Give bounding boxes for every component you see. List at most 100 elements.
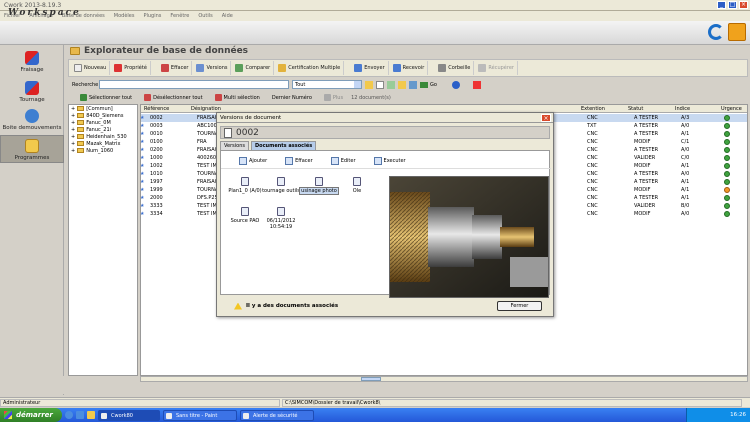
status-filter-icon[interactable] bbox=[409, 80, 417, 89]
search-input[interactable] bbox=[99, 80, 289, 89]
select-all-button[interactable]: Sélectionner tout bbox=[76, 94, 136, 101]
edit-button[interactable]: Editer bbox=[330, 156, 356, 165]
send-button[interactable]: Envoyer bbox=[351, 61, 389, 75]
col-reference[interactable]: Référence bbox=[144, 106, 169, 112]
star-icon: ★ bbox=[140, 115, 145, 121]
filter-select[interactable]: Tout bbox=[292, 80, 362, 89]
certification-button[interactable]: Certification Multiple bbox=[275, 61, 345, 75]
go-label: Go bbox=[430, 81, 437, 88]
scroll-thumb[interactable] bbox=[361, 377, 381, 381]
folder-tree: + [Commun] +840D_Siemens + Fanuc_0M + Fanuc… bbox=[68, 104, 138, 376]
task-security[interactable]: Alerte de sécurité bbox=[240, 409, 314, 421]
star-icon: ★ bbox=[140, 211, 145, 217]
trash-button[interactable]: Corbeille bbox=[435, 61, 475, 75]
file-item-selected[interactable]: usinage photo bbox=[298, 177, 340, 195]
horizontal-scrollbar[interactable] bbox=[140, 376, 748, 382]
checkbox-icon[interactable] bbox=[376, 80, 384, 89]
add-label: Ajouter bbox=[249, 157, 268, 164]
cell-reference: 1999 bbox=[150, 187, 163, 193]
clock[interactable]: 16:26 bbox=[730, 412, 746, 418]
dialog-close-button[interactable]: × bbox=[541, 114, 551, 122]
urgency-status-icon bbox=[724, 179, 730, 185]
quicklaunch-explorer-icon[interactable] bbox=[87, 411, 95, 419]
cell-extension: CNC bbox=[587, 179, 598, 185]
lock-icon[interactable] bbox=[365, 80, 373, 89]
menu-models[interactable]: Modèles bbox=[114, 13, 135, 19]
clear-filter-icon[interactable] bbox=[472, 80, 481, 89]
maximize-button[interactable]: □ bbox=[728, 1, 737, 9]
tree-item-label: 840D_Siemens bbox=[86, 112, 124, 119]
col-urgency[interactable]: Urgence bbox=[721, 106, 742, 112]
col-status[interactable]: Statut bbox=[628, 106, 643, 112]
go-button[interactable]: Go bbox=[420, 81, 437, 88]
deselect-all-button[interactable]: Désélectionner tout bbox=[140, 94, 206, 101]
versions-button[interactable]: Versions bbox=[193, 61, 232, 75]
quicklaunch-desktop-icon[interactable] bbox=[76, 411, 84, 419]
col-index[interactable]: Indice bbox=[675, 106, 690, 112]
warning-filter-icon[interactable] bbox=[398, 80, 406, 89]
tree-item[interactable]: + Mazak_Matrix bbox=[69, 140, 137, 147]
close-button[interactable]: × bbox=[739, 1, 748, 9]
refresh-icon[interactable] bbox=[708, 24, 724, 40]
star-icon: ★ bbox=[140, 163, 145, 169]
quicklaunch-ie-icon[interactable] bbox=[65, 411, 73, 419]
tree-item[interactable]: + Fanuc_21i bbox=[69, 126, 137, 133]
urgency-status-icon bbox=[724, 131, 730, 137]
tree-item[interactable]: +840D_Siemens bbox=[69, 112, 137, 119]
file-item[interactable]: 06/11/2012 10:54:19 bbox=[260, 207, 302, 230]
cell-extension: CNC bbox=[587, 195, 598, 201]
cell-extension: CNC bbox=[587, 203, 598, 209]
logout-icon[interactable] bbox=[728, 23, 746, 41]
minimize-button[interactable]: _ bbox=[717, 1, 726, 9]
sidebar-item-programmes[interactable]: Programmes bbox=[0, 135, 64, 163]
menu-tools[interactable]: Outils bbox=[198, 13, 212, 19]
multi-select-button[interactable]: Multi sélection bbox=[211, 94, 264, 101]
taskbar: démarrer Cwork80 Sans titre - Paint Aler… bbox=[0, 408, 750, 422]
tree-item[interactable]: + Fanuc_0M bbox=[69, 119, 137, 126]
delete-doc-button[interactable]: Effacer bbox=[285, 156, 313, 165]
cell-reference: 0100 bbox=[150, 139, 163, 145]
task-cwork[interactable]: Cwork80 bbox=[98, 409, 160, 421]
tab-associated-documents[interactable]: Documents associés bbox=[251, 141, 317, 150]
file-item[interactable]: Ole bbox=[336, 177, 378, 194]
cell-index: A/1 bbox=[681, 179, 690, 185]
folder-icon bbox=[77, 120, 85, 125]
menu-window[interactable]: Fenêtre bbox=[170, 13, 189, 19]
menu-plugins[interactable]: Plugins bbox=[143, 13, 161, 19]
menu-help[interactable]: Aide bbox=[222, 13, 233, 19]
sidebar-item-boite[interactable]: Boite demouvements bbox=[0, 107, 64, 133]
tab-versions[interactable]: Versions bbox=[220, 141, 249, 150]
sidebar-item-fraisage[interactable]: Fraisage bbox=[0, 49, 64, 75]
compare-button[interactable]: Comparer bbox=[232, 61, 275, 75]
properties-button[interactable]: Propriété bbox=[111, 61, 151, 75]
urgency-status-icon bbox=[724, 139, 730, 145]
filter-icon[interactable] bbox=[387, 80, 395, 89]
close-dialog-button[interactable]: Fermer bbox=[497, 301, 542, 311]
recover-button[interactable]: Récupérer bbox=[475, 61, 518, 75]
bottom-area bbox=[0, 376, 750, 394]
add-button[interactable]: Ajouter bbox=[239, 156, 268, 165]
new-button[interactable]: Nouveau bbox=[71, 61, 111, 75]
cell-index: C/0 bbox=[681, 155, 690, 161]
info-icon[interactable] bbox=[451, 80, 460, 89]
status-user: Administrateur bbox=[0, 398, 280, 407]
task-paint[interactable]: Sans titre - Paint bbox=[163, 409, 237, 421]
sidebar-item-tournage[interactable]: Tournage bbox=[0, 79, 64, 105]
dialog-title: Versions de document bbox=[220, 115, 282, 121]
col-extension[interactable]: Extention bbox=[581, 106, 605, 112]
receive-button[interactable]: Recevoir bbox=[390, 61, 429, 75]
tree-item[interactable]: + [Commun] bbox=[69, 105, 137, 112]
start-button[interactable]: démarrer bbox=[0, 408, 62, 422]
folder-icon bbox=[77, 134, 85, 139]
file-item[interactable]: tournage outils bbox=[260, 177, 302, 194]
tree-item[interactable]: + Heidenhain_530 bbox=[69, 133, 137, 140]
tree-item[interactable]: + Num_1060 bbox=[69, 147, 137, 154]
source-file-icon bbox=[241, 207, 249, 216]
execute-button[interactable]: Executer bbox=[373, 156, 406, 165]
star-icon: ★ bbox=[140, 195, 145, 201]
delete-button[interactable]: Effacer bbox=[158, 61, 193, 75]
last-number-label[interactable]: Dernier Numéro bbox=[268, 95, 316, 101]
search-row: Recherche Tout Go bbox=[68, 79, 748, 90]
multi-select-label: Multi sélection bbox=[223, 94, 260, 101]
plus-button[interactable]: Plus bbox=[320, 94, 347, 101]
